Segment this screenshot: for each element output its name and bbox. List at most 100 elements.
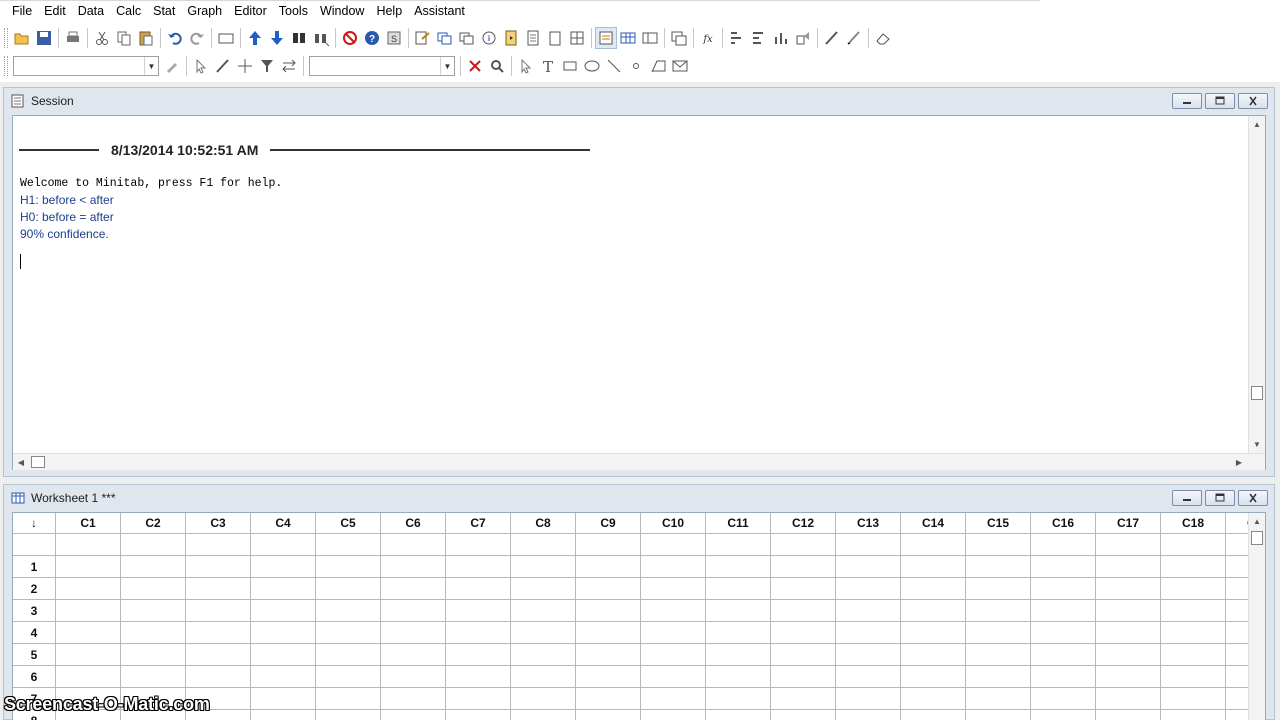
data-cell[interactable] [901,578,966,600]
column-header[interactable]: C7 [446,513,511,534]
data-cell[interactable] [381,644,446,666]
data-cell[interactable] [706,688,771,710]
ellipse-tool-icon[interactable] [581,55,603,77]
data-cell[interactable] [1096,556,1161,578]
scroll-left-arrow-icon[interactable]: ◀ [13,454,29,470]
data-cell[interactable] [511,556,576,578]
data-cell[interactable] [771,622,836,644]
brush-icon[interactable] [821,27,843,49]
data-cell[interactable] [56,622,121,644]
data-cell[interactable] [446,600,511,622]
pencil-icon[interactable] [843,27,865,49]
crosshair-icon[interactable] [234,55,256,77]
eraser-icon[interactable] [872,27,894,49]
scroll-thumb[interactable] [1251,531,1263,545]
data-cell[interactable] [901,666,966,688]
menu-edit[interactable]: Edit [44,4,66,18]
column-header[interactable]: C3 [186,513,251,534]
data-cell[interactable] [576,622,641,644]
data-cell[interactable] [1096,710,1161,720]
data-cell[interactable] [56,666,121,688]
polyline-tool-icon[interactable] [647,55,669,77]
close-button[interactable] [1238,93,1268,109]
data-cell[interactable] [966,556,1031,578]
data-cell[interactable] [56,556,121,578]
data-cell[interactable] [706,622,771,644]
data-cell[interactable] [186,578,251,600]
data-cell[interactable] [121,600,186,622]
find-icon[interactable] [288,27,310,49]
data-cell[interactable] [1161,622,1226,644]
column-name-cell[interactable] [381,534,446,556]
data-cell[interactable] [836,666,901,688]
pointer-icon[interactable] [515,55,537,77]
column-header[interactable]: C13 [836,513,901,534]
data-cell[interactable] [186,666,251,688]
menu-editor[interactable]: Editor [234,4,267,18]
swap-icon[interactable] [278,55,300,77]
column-header[interactable]: C5 [316,513,381,534]
data-cell[interactable] [576,710,641,720]
data-cell[interactable] [316,644,381,666]
stat-guide-icon[interactable]: S [383,27,405,49]
restore-button[interactable] [1205,93,1235,109]
column-header[interactable]: C9 [576,513,641,534]
scroll-thumb[interactable] [1251,386,1263,400]
column-header[interactable]: C18 [1161,513,1226,534]
column-name-cell[interactable] [706,534,771,556]
toolbar-grip[interactable] [4,56,8,76]
data-cell[interactable] [1161,556,1226,578]
data-cell[interactable] [316,578,381,600]
save-icon[interactable] [33,27,55,49]
data-cell[interactable] [1096,622,1161,644]
scroll-up-arrow-icon[interactable]: ▲ [1249,116,1265,132]
graph-select-dropdown[interactable]: ▼ [13,56,159,76]
column-header[interactable]: C6 [381,513,446,534]
data-cell[interactable] [1161,710,1226,720]
redo-icon[interactable] [186,27,208,49]
show-session-icon[interactable] [595,27,617,49]
minimize-button[interactable] [1172,490,1202,506]
data-cell[interactable] [316,622,381,644]
graph-icon-1[interactable] [726,27,748,49]
data-cell[interactable] [576,688,641,710]
data-cell[interactable] [576,666,641,688]
delete-icon[interactable] [464,55,486,77]
column-name-cell[interactable] [511,534,576,556]
data-cell[interactable] [446,666,511,688]
data-cell[interactable] [771,600,836,622]
data-cell[interactable] [706,710,771,720]
data-cell[interactable] [251,666,316,688]
font-select-dropdown[interactable]: ▼ [309,56,455,76]
data-cell[interactable] [641,578,706,600]
column-name-cell[interactable] [771,534,836,556]
worksheet-grid-pane[interactable]: ↓ C1 C2 C3 C4 C5 C6 C7 C8 C9 C10 C11 C12 C13 C14 C15 C16… [12,512,1266,720]
data-cell[interactable] [836,556,901,578]
data-cell[interactable] [771,688,836,710]
data-cell[interactable] [966,644,1031,666]
report-pad-icon[interactable] [522,27,544,49]
data-cell[interactable] [316,556,381,578]
data-cell[interactable] [1031,622,1096,644]
column-header[interactable]: C2 [121,513,186,534]
data-cell[interactable] [576,644,641,666]
row-header[interactable]: 6 [13,666,56,688]
data-cell[interactable] [251,622,316,644]
data-cell[interactable] [121,622,186,644]
graph-windows-icon[interactable] [434,27,456,49]
arrow-down-icon[interactable] [266,27,288,49]
data-cell[interactable] [56,578,121,600]
data-cell[interactable] [641,600,706,622]
data-cell[interactable] [186,600,251,622]
column-name-cell[interactable] [251,534,316,556]
data-cell[interactable] [771,578,836,600]
data-cell[interactable] [56,600,121,622]
row-header[interactable]: 1 [13,556,56,578]
scroll-down-arrow-icon[interactable]: ▼ [1249,436,1265,452]
data-cell[interactable] [966,688,1031,710]
data-cell[interactable] [836,622,901,644]
print-icon[interactable] [62,27,84,49]
session-titlebar[interactable]: Session [4,88,1274,114]
data-cell[interactable] [1096,688,1161,710]
data-cell[interactable] [1096,666,1161,688]
